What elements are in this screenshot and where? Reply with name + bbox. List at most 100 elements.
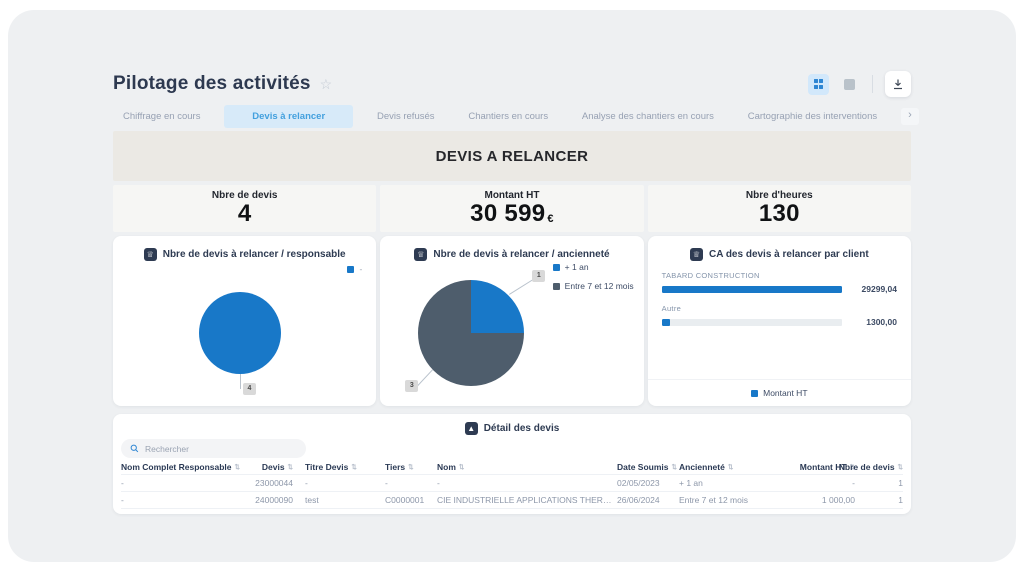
table-title: Détail des devis bbox=[484, 423, 560, 434]
tab-devis-refuses[interactable]: Devis refusés bbox=[367, 105, 445, 128]
cell: 24000090 bbox=[231, 495, 293, 505]
cell: 1 000,00 bbox=[785, 495, 855, 505]
column-header[interactable]: Titre Devis⇅ bbox=[293, 462, 385, 472]
column-header[interactable]: Date Soumis⇅ bbox=[617, 462, 679, 472]
callout-line bbox=[417, 369, 433, 387]
table-header-row: Nom Complet Responsable⇅ Devis⇅ Titre De… bbox=[121, 460, 903, 475]
bar-track bbox=[662, 286, 842, 293]
column-header[interactable]: Ancienneté⇅ bbox=[679, 462, 785, 472]
bar-track bbox=[662, 319, 842, 326]
chart-title: CA des devis à relancer par client bbox=[709, 249, 869, 260]
anciennete-pie[interactable] bbox=[418, 280, 524, 386]
download-button[interactable] bbox=[885, 71, 911, 97]
kpi-value: 4 bbox=[113, 201, 376, 227]
divider bbox=[648, 379, 911, 380]
legend-item[interactable]: Entre 7 et 12 mois bbox=[553, 281, 634, 291]
sort-icon: ⇅ bbox=[672, 463, 677, 471]
tab-cartographie[interactable]: Cartographie des interventions bbox=[738, 105, 887, 128]
dashboard-panel: Pilotage des activités ☆ Chiffrage en co… bbox=[8, 10, 1016, 562]
callout-line bbox=[240, 374, 241, 389]
search-box bbox=[121, 439, 306, 458]
bar-category: Autre bbox=[662, 304, 897, 313]
download-icon bbox=[892, 78, 904, 90]
cell: 23000044 bbox=[231, 478, 293, 488]
chart-title: Nbre de devis à relancer / ancienneté bbox=[433, 249, 609, 260]
bar-row[interactable]: 1300,00 bbox=[662, 317, 897, 327]
page-title: Pilotage des activités bbox=[113, 73, 311, 95]
cell: - bbox=[121, 495, 231, 505]
responsable-pie[interactable] bbox=[199, 292, 281, 374]
legend-label: + 1 an bbox=[565, 262, 589, 272]
crown-icon: ♕ bbox=[144, 248, 157, 261]
crown-icon: ♕ bbox=[414, 248, 427, 261]
cell: + 1 an bbox=[679, 478, 785, 488]
chart-card-ca-client: ♕ CA des devis à relancer par client TAB… bbox=[648, 236, 911, 406]
column-header[interactable]: Nom⇅ bbox=[437, 462, 617, 472]
grid-view-button[interactable] bbox=[808, 74, 829, 95]
kpi-nbre-heures: Nbre d'heures 130 bbox=[648, 185, 911, 232]
legend-item[interactable]: Montant HT bbox=[648, 388, 911, 398]
legend-item[interactable]: + 1 an bbox=[553, 262, 634, 272]
tab-chantiers-en-cours[interactable]: Chantiers en cours bbox=[458, 105, 558, 128]
cell: - bbox=[437, 478, 617, 488]
tab-analyse-chantiers[interactable]: Analyse des chantiers en cours bbox=[572, 105, 724, 128]
crown-icon: ♕ bbox=[690, 248, 703, 261]
sort-icon: ⇅ bbox=[898, 463, 903, 471]
cell: 1 bbox=[855, 495, 903, 505]
header: Pilotage des activités ☆ bbox=[113, 68, 911, 100]
sort-icon: ⇅ bbox=[351, 463, 356, 471]
kpi-nbre-devis: Nbre de devis 4 bbox=[113, 185, 376, 232]
bar-fill bbox=[662, 286, 842, 293]
favorite-star-icon[interactable]: ☆ bbox=[320, 76, 333, 93]
kpi-value: 130 bbox=[648, 201, 911, 227]
legend-swatch bbox=[553, 264, 560, 271]
legend-swatch bbox=[553, 283, 560, 290]
bar-value: 29299,04 bbox=[849, 284, 897, 294]
bar-value: 1300,00 bbox=[849, 317, 897, 327]
cell: test bbox=[293, 495, 385, 505]
kpi-row: Nbre de devis 4 Montant HT 30 599€ Nbre … bbox=[113, 185, 911, 232]
section-banner: DEVIS A RELANCER bbox=[113, 131, 911, 181]
tab-chiffrage-en-cours[interactable]: Chiffrage en cours bbox=[113, 105, 210, 128]
legend-label: Montant HT bbox=[763, 388, 807, 398]
view-controls bbox=[808, 71, 911, 97]
sort-icon: ⇅ bbox=[728, 463, 733, 471]
pie-data-label: 4 bbox=[243, 383, 256, 395]
column-header[interactable]: Devis⇅ bbox=[231, 462, 293, 472]
charts-row: ♕ Nbre de devis à relancer / responsable… bbox=[113, 236, 911, 406]
bar-category: TABARD CONSTRUCTION bbox=[662, 271, 897, 280]
cell: C0000001 bbox=[385, 495, 437, 505]
tab-devis-a-relancer[interactable]: Devis à relancer bbox=[224, 105, 353, 128]
chart-card-anciennete: ♕ Nbre de devis à relancer / ancienneté … bbox=[380, 236, 643, 406]
cell: - bbox=[385, 478, 437, 488]
tabs-scroll-right-button[interactable]: › bbox=[901, 108, 919, 125]
cell: - bbox=[121, 478, 231, 488]
pie-data-label: 3 bbox=[405, 380, 418, 392]
table-row[interactable]: - 24000090 test C0000001 CIE INDUSTRIELL… bbox=[121, 492, 903, 509]
legend-label: - bbox=[359, 264, 362, 274]
tab-bar: Chiffrage en cours Devis à relancer Devi… bbox=[113, 104, 919, 128]
search-input[interactable] bbox=[145, 444, 275, 454]
grid-icon bbox=[814, 79, 824, 89]
legend-swatch bbox=[751, 390, 758, 397]
column-header[interactable]: Nbre de devis⇅ bbox=[855, 462, 903, 472]
legend: + 1 an Entre 7 et 12 mois bbox=[553, 262, 634, 291]
callout-line bbox=[509, 280, 532, 295]
kpi-montant-ht: Montant HT 30 599€ bbox=[380, 185, 643, 232]
cell: - bbox=[785, 478, 855, 488]
cell: CIE INDUSTRIELLE APPLICATIONS THERMIQUES bbox=[437, 495, 617, 505]
column-header[interactable]: Nom Complet Responsable⇅ bbox=[121, 462, 231, 472]
currency-unit: € bbox=[547, 213, 553, 225]
bar-row[interactable]: 29299,04 bbox=[662, 284, 897, 294]
chart-title: Nbre de devis à relancer / responsable bbox=[163, 249, 346, 260]
search-icon bbox=[130, 444, 139, 453]
chart-card-responsable: ♕ Nbre de devis à relancer / responsable… bbox=[113, 236, 376, 406]
column-header[interactable]: Tiers⇅ bbox=[385, 462, 437, 472]
detail-table-card: ▲ Détail des devis Nom Complet Responsab… bbox=[113, 414, 911, 514]
square-icon bbox=[844, 79, 855, 90]
pie-data-label: 1 bbox=[532, 270, 545, 282]
single-view-button[interactable] bbox=[839, 74, 860, 95]
kpi-value: 30 599€ bbox=[380, 201, 643, 231]
table-row[interactable]: - 23000044 - - - 02/05/2023 + 1 an - 1 bbox=[121, 475, 903, 492]
legend-item[interactable]: - bbox=[347, 264, 362, 274]
